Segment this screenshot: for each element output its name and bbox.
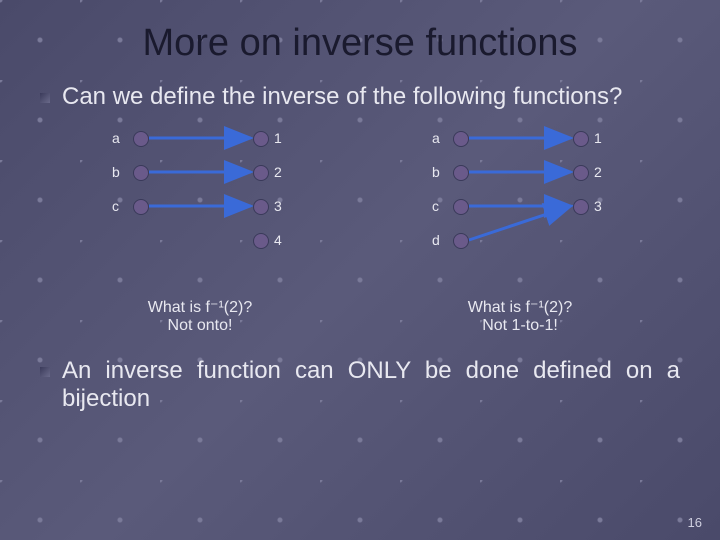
bullet-text-2: An inverse function can ONLY be done def…	[62, 357, 680, 413]
codomain-label: 1	[274, 130, 282, 146]
function-diagram-left: a b c 1 2 3 4	[70, 123, 330, 293]
bullet-text-1: Can we define the inverse of the followi…	[62, 83, 680, 111]
domain-label: c	[432, 198, 439, 214]
domain-dot-icon	[453, 199, 469, 215]
caption-right-q: What is f⁻¹(2)?	[468, 299, 572, 316]
codomain-label: 3	[274, 198, 282, 214]
codomain-dot-icon	[253, 131, 269, 147]
codomain-dot-icon	[573, 199, 589, 215]
codomain-label: 2	[594, 164, 602, 180]
slide-title: More on inverse functions	[0, 0, 720, 65]
domain-label: b	[432, 164, 440, 180]
function-diagram-right: a b c d 1 2 3	[390, 123, 650, 293]
domain-dot-icon	[453, 165, 469, 181]
codomain-label: 2	[274, 164, 282, 180]
bullet-square-icon	[40, 93, 50, 103]
caption-right-a: Not 1-to-1!	[482, 317, 558, 334]
domain-label: a	[432, 130, 440, 146]
caption-left: What is f⁻¹(2)? Not onto!	[70, 297, 330, 335]
domain-label: d	[432, 232, 440, 248]
caption-left-q: What is f⁻¹(2)?	[148, 299, 252, 316]
caption-left-a: Not onto!	[168, 317, 233, 334]
domain-dot-icon	[453, 233, 469, 249]
bullet-item-2: An inverse function can ONLY be done def…	[40, 357, 680, 413]
codomain-label: 4	[274, 232, 282, 248]
codomain-dot-icon	[253, 233, 269, 249]
diagram-row: a b c 1 2 3 4 What is f⁻¹(2)? Not onto! a b c d 1 2…	[40, 123, 680, 335]
domain-dot-icon	[133, 199, 149, 215]
mapping-arrow-icon	[469, 206, 571, 240]
bullet-square-icon	[40, 367, 50, 377]
codomain-dot-icon	[573, 165, 589, 181]
domain-dot-icon	[133, 131, 149, 147]
page-number: 16	[688, 515, 702, 530]
codomain-label: 3	[594, 198, 602, 214]
domain-label: a	[112, 130, 120, 146]
domain-dot-icon	[133, 165, 149, 181]
arrow-layer-left	[70, 123, 330, 293]
caption-right: What is f⁻¹(2)? Not 1-to-1!	[390, 297, 650, 335]
arrow-layer-right	[390, 123, 650, 293]
domain-label: b	[112, 164, 120, 180]
domain-dot-icon	[453, 131, 469, 147]
codomain-dot-icon	[253, 199, 269, 215]
codomain-label: 1	[594, 130, 602, 146]
codomain-dot-icon	[573, 131, 589, 147]
bullet-item-1: Can we define the inverse of the followi…	[40, 83, 680, 111]
domain-label: c	[112, 198, 119, 214]
codomain-dot-icon	[253, 165, 269, 181]
